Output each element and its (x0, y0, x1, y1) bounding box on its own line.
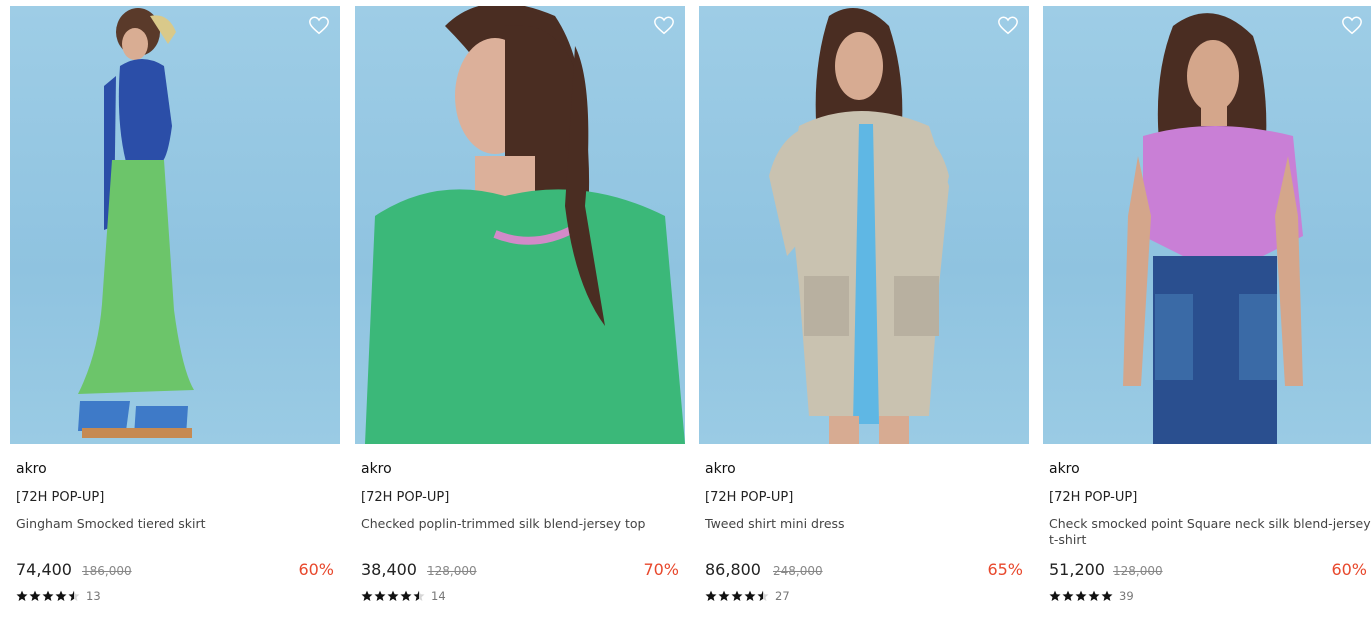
star-rating (361, 590, 425, 602)
star-icon (68, 590, 80, 601)
wishlist-heart-icon[interactable] (997, 15, 1019, 37)
rating: 14 (361, 589, 446, 603)
star-icon (413, 590, 425, 601)
product-card[interactable]: akro [72H POP-UP] Checked poplin-trimmed… (355, 6, 685, 616)
star-icon (374, 590, 386, 601)
star-icon (1049, 590, 1061, 601)
product-name[interactable]: Gingham Smocked tiered skirt (16, 516, 338, 532)
wishlist-heart-icon[interactable] (308, 15, 330, 37)
discount-rate: 60% (298, 560, 334, 579)
discount-rate: 70% (643, 560, 679, 579)
sale-price: 74,400 (16, 560, 72, 579)
star-rating (16, 590, 80, 602)
star-icon (744, 590, 756, 601)
brand-name[interactable]: akro (705, 461, 736, 477)
star-rating (705, 590, 769, 602)
star-icon (29, 590, 41, 601)
product-card[interactable]: akro [72H POP-UP] Gingham Smocked tiered… (10, 6, 340, 616)
product-grid: akro [72H POP-UP] Gingham Smocked tiered… (0, 0, 1371, 631)
star-icon (42, 590, 54, 601)
star-rating (1049, 590, 1113, 602)
star-icon (1075, 590, 1087, 601)
product-name[interactable]: Check smocked point Square neck silk ble… (1049, 516, 1371, 548)
original-price: 128,000 (427, 564, 477, 578)
promo-tag: [72H POP-UP] (361, 490, 450, 505)
star-icon (55, 590, 67, 601)
promo-tag: [72H POP-UP] (705, 490, 794, 505)
brand-name[interactable]: akro (361, 461, 392, 477)
discount-rate: 65% (987, 560, 1023, 579)
discount-rate: 60% (1331, 560, 1367, 579)
star-icon (757, 590, 769, 601)
product-image[interactable] (1043, 6, 1371, 444)
original-price: 186,000 (82, 564, 132, 578)
brand-name[interactable]: akro (1049, 461, 1080, 477)
star-icon (387, 590, 399, 601)
star-icon (1101, 590, 1113, 601)
star-icon (731, 590, 743, 601)
original-price: 248,000 (773, 564, 823, 578)
product-card[interactable]: akro [72H POP-UP] Check smocked point Sq… (1043, 6, 1371, 616)
sale-price: 38,400 (361, 560, 417, 579)
star-icon (400, 590, 412, 601)
star-icon (1062, 590, 1074, 601)
rating: 39 (1049, 589, 1134, 603)
rating: 13 (16, 589, 101, 603)
product-name[interactable]: Tweed shirt mini dress (705, 516, 1027, 532)
review-count: 13 (86, 589, 101, 603)
star-icon (361, 590, 373, 601)
wishlist-heart-icon[interactable] (653, 15, 675, 37)
wishlist-heart-icon[interactable] (1341, 15, 1363, 37)
product-image[interactable] (699, 6, 1029, 444)
review-count: 27 (775, 589, 790, 603)
review-count: 39 (1119, 589, 1134, 603)
sale-price: 51,200 (1049, 560, 1105, 579)
star-icon (16, 590, 28, 601)
brand-name[interactable]: akro (16, 461, 47, 477)
rating: 27 (705, 589, 790, 603)
review-count: 14 (431, 589, 446, 603)
product-name[interactable]: Checked poplin-trimmed silk blend-jersey… (361, 516, 683, 532)
promo-tag: [72H POP-UP] (1049, 490, 1138, 505)
sale-price: 86,800 (705, 560, 761, 579)
product-image[interactable] (10, 6, 340, 444)
star-icon (705, 590, 717, 601)
star-icon (718, 590, 730, 601)
product-image[interactable] (355, 6, 685, 444)
original-price: 128,000 (1113, 564, 1163, 578)
promo-tag: [72H POP-UP] (16, 490, 105, 505)
product-card[interactable]: akro [72H POP-UP] Tweed shirt mini dress… (699, 6, 1029, 616)
star-icon (1088, 590, 1100, 601)
